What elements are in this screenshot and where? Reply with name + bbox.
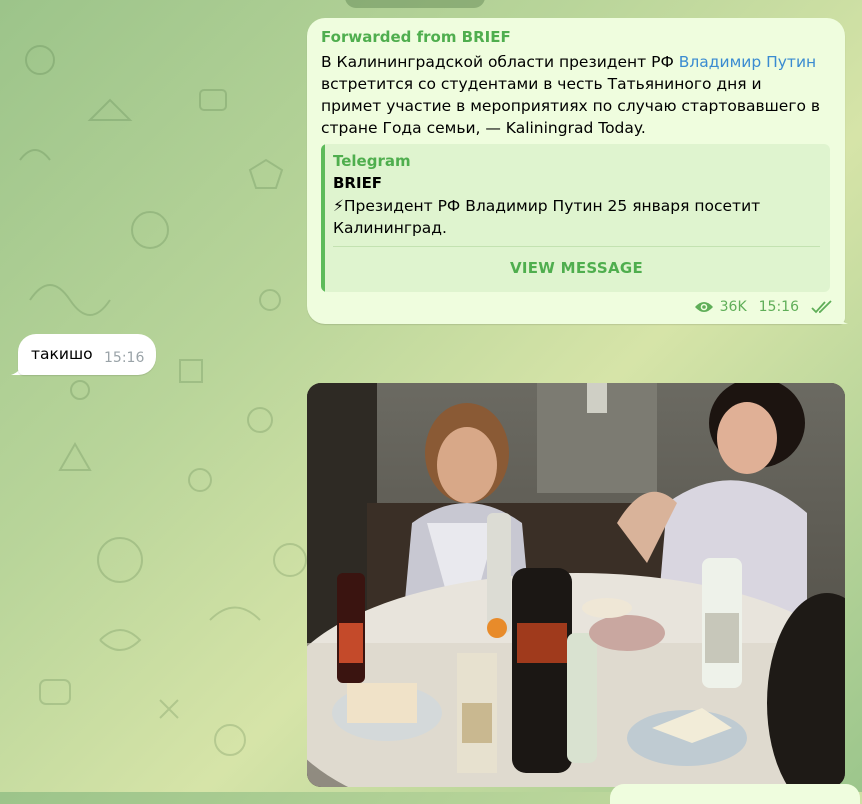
outgoing-message-bubble[interactable]: Forwarded from BRIEF В Калининградской о… [307,18,845,324]
divider [333,246,820,247]
message-text-part: В Калининградской области президент РФ [321,53,679,71]
incoming-message-text: такишо [31,345,93,363]
date-pill [345,0,485,8]
message-text-part: встретится со студентами в честь Татьяни… [321,75,821,137]
message-time: 15:16 [758,299,799,315]
bubble-tail [834,306,848,324]
double-check-icon [811,300,833,314]
quote-body: Президент РФ Владимир Путин 25 января по… [333,197,761,237]
views-count: 36K [719,299,747,315]
quote-source: Telegram [333,152,411,170]
view-message-button[interactable]: VIEW MESSAGE [333,248,820,288]
next-message-bubble [610,784,860,804]
message-text: В Калининградской области президент РФ В… [321,51,826,139]
photo-message[interactable] [307,383,845,787]
eye-icon [694,300,714,314]
quote-channel-name: BRIEF [333,174,383,192]
incoming-message-bubble[interactable]: такишо 15:16 [18,334,156,375]
lightning-icon: ⚡ [333,197,344,215]
mention-link[interactable]: Владимир Путин [679,53,816,71]
photo-image [307,383,845,787]
quote-accent-bar [321,144,325,292]
incoming-message-time: 15:16 [104,350,145,366]
quoted-message-card[interactable]: Telegram BRIEF ⚡Президент РФ Владимир Пу… [321,144,830,292]
forwarded-from-label[interactable]: Forwarded from BRIEF [321,28,511,46]
message-meta: 36K 15:16 [694,299,833,315]
quote-text: ⚡Президент РФ Владимир Путин 25 января п… [333,195,813,239]
